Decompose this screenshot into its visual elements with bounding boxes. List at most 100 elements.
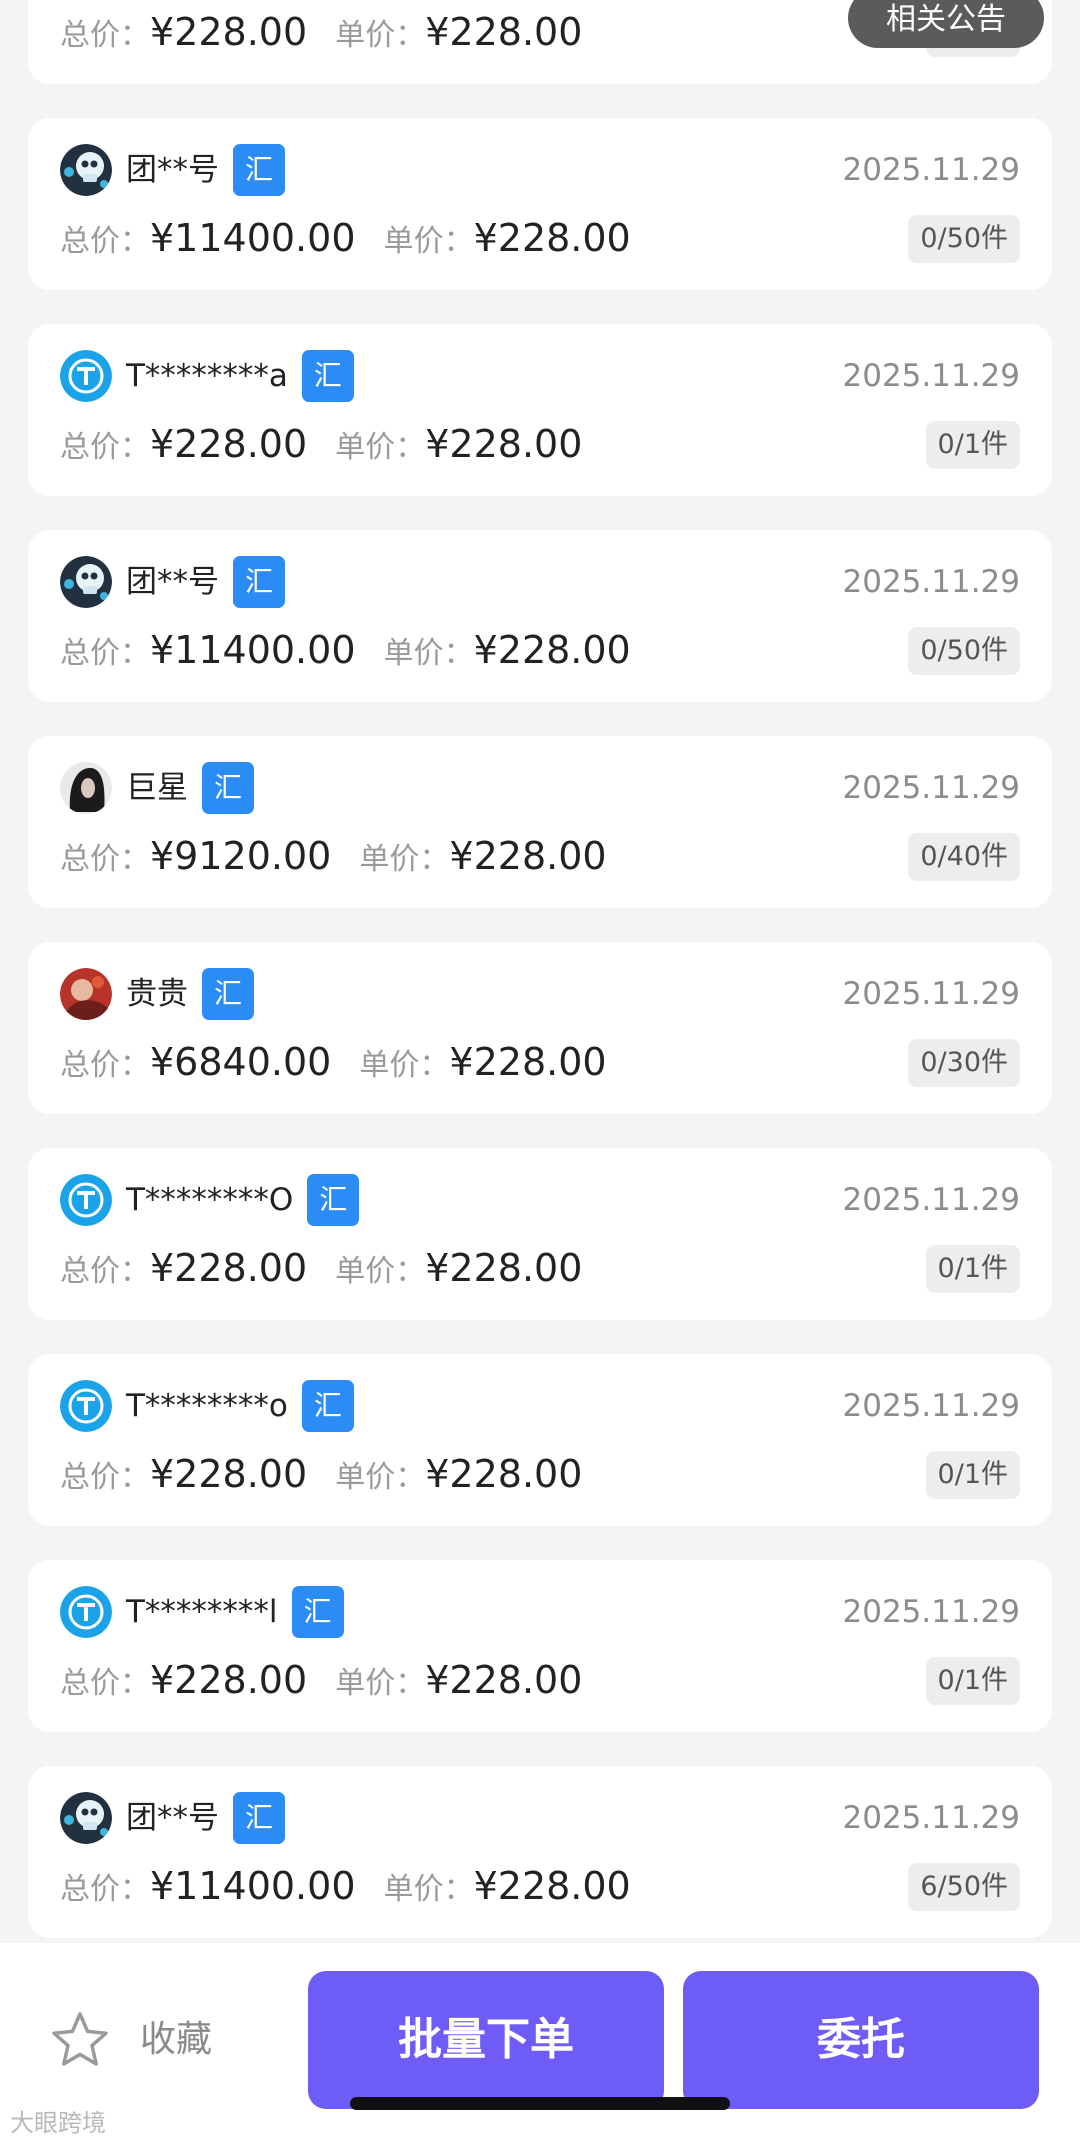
order-card[interactable]: T********a 汇 2025.11.29 总价：¥228.00 单价：¥22… — [28, 324, 1052, 496]
hui-badge: 汇 — [233, 1792, 285, 1844]
order-date: 2025.11.29 — [842, 152, 1021, 188]
quantity-badge: 0/50件 — [908, 215, 1020, 263]
total-price-value: ¥228.00 — [150, 1452, 308, 1496]
unit-price-value: ¥228.00 — [473, 628, 631, 672]
total-price-label: 总价： — [60, 18, 150, 53]
unit-price-label: 单价： — [359, 1048, 450, 1083]
user-avatar — [60, 1380, 112, 1432]
user-name: T********l 汇 — [126, 1586, 344, 1638]
unit-price-value: ¥228.00 — [425, 1452, 583, 1496]
user-avatar — [60, 556, 112, 608]
total-price-label: 总价： — [60, 1666, 150, 1701]
user-name: 团**号汇 — [126, 144, 285, 196]
hui-badge: 汇 — [233, 556, 285, 608]
user-name: 巨星汇 — [126, 762, 254, 814]
user-name: T********o 汇 — [126, 1380, 354, 1432]
user-name: T********a 汇 — [126, 350, 354, 402]
hui-badge: 汇 — [301, 350, 354, 402]
price-row: 总价：¥11400.00 单价：¥228.00 — [60, 1858, 647, 1914]
order-date: 2025.11.29 — [842, 358, 1021, 394]
unit-price-value: ¥228.00 — [449, 834, 607, 878]
user-name: T********O 汇 — [126, 1174, 360, 1226]
price-row: 总价：¥228.00 单价：¥228.00 — [60, 1446, 598, 1502]
order-date: 2025.11.29 — [842, 1594, 1021, 1630]
hui-badge: 汇 — [202, 968, 254, 1020]
related-notice-button[interactable]: 相关公告 — [848, 0, 1044, 48]
total-price-value: ¥228.00 — [150, 1658, 308, 1702]
order-card[interactable]: 团**号汇 2025.11.29 总价：¥11400.00 单价：¥228.00… — [28, 530, 1052, 702]
user-name: 团**号汇 — [126, 1792, 285, 1844]
unit-price-label: 单价： — [335, 1254, 426, 1289]
unit-price-label: 单价： — [335, 18, 426, 53]
hui-badge: 汇 — [233, 144, 285, 196]
hui-badge: 汇 — [301, 1380, 354, 1432]
order-card[interactable]: 巨星汇 2025.11.29 总价：¥9120.00 单价：¥228.00 0/… — [28, 736, 1052, 908]
price-row: 总价：¥9120.00 单价：¥228.00 — [60, 828, 623, 884]
unit-price-label: 单价： — [383, 636, 474, 671]
order-date: 2025.11.29 — [842, 564, 1021, 600]
quantity-badge: 0/1件 — [925, 1451, 1020, 1499]
total-price-value: ¥11400.00 — [150, 216, 356, 260]
order-card[interactable]: T********l 汇 2025.11.29 总价：¥228.00 单价：¥22… — [28, 1560, 1052, 1732]
unit-price-label: 单价： — [383, 224, 474, 259]
price-row: 总价：¥228.00 单价：¥228.00 — [60, 416, 598, 472]
unit-price-value: ¥228.00 — [473, 1864, 631, 1908]
user-avatar — [60, 762, 112, 814]
batch-order-button[interactable]: 批量下单 — [308, 1971, 664, 2109]
order-date: 2025.11.29 — [842, 976, 1021, 1012]
total-price-value: ¥6840.00 — [150, 1040, 332, 1084]
entrust-button[interactable]: 委托 — [683, 1971, 1039, 2109]
order-card[interactable]: 团**号汇 2025.11.29 总价：¥11400.00 单价：¥228.00… — [28, 1766, 1052, 1938]
unit-price-value: ¥228.00 — [449, 1040, 607, 1084]
total-price-value: ¥228.00 — [150, 422, 308, 466]
user-avatar — [60, 144, 112, 196]
order-date: 2025.11.29 — [842, 1182, 1021, 1218]
unit-price-label: 单价： — [383, 1872, 474, 1907]
order-date: 2025.11.29 — [842, 1388, 1021, 1424]
order-card[interactable]: T********O 汇 2025.11.29 总价：¥228.00 单价：¥22… — [28, 1148, 1052, 1320]
price-row: 总价：¥228.00 单价：¥228.00 — [60, 4, 598, 60]
total-price-label: 总价： — [60, 1254, 150, 1289]
quantity-badge: 0/50件 — [908, 627, 1020, 675]
user-avatar — [60, 968, 112, 1020]
total-price-label: 总价： — [60, 636, 150, 671]
unit-price-value: ¥228.00 — [473, 216, 631, 260]
home-indicator[interactable] — [350, 2097, 730, 2110]
user-name: 贵贵汇 — [126, 968, 254, 1020]
order-date: 2025.11.29 — [842, 1800, 1021, 1836]
price-row: 总价：¥228.00 单价：¥228.00 — [60, 1240, 598, 1296]
quantity-badge: 0/1件 — [925, 1657, 1020, 1705]
unit-price-value: ¥228.00 — [425, 1658, 583, 1702]
hui-badge: 汇 — [307, 1174, 360, 1226]
total-price-value: ¥9120.00 — [150, 834, 332, 878]
price-row: 总价：¥11400.00 单价：¥228.00 — [60, 622, 647, 678]
price-row: 总价：¥11400.00 单价：¥228.00 — [60, 210, 647, 266]
user-name: 团**号汇 — [126, 556, 285, 608]
quantity-badge: 6/50件 — [908, 1863, 1020, 1911]
order-card[interactable]: 贵贵汇 2025.11.29 总价：¥6840.00 单价：¥228.00 0/… — [28, 942, 1052, 1114]
unit-price-label: 单价： — [335, 430, 426, 465]
total-price-value: ¥228.00 — [150, 1246, 308, 1290]
watermark: 大眼跨境 — [10, 2109, 106, 2136]
order-card[interactable]: T********o 汇 2025.11.29 总价：¥228.00 单价：¥22… — [28, 1354, 1052, 1526]
favorite-label[interactable]: 收藏 — [140, 2013, 212, 2067]
unit-price-label: 单价： — [359, 842, 450, 877]
star-outline-icon[interactable] — [48, 2008, 112, 2072]
price-row: 总价：¥6840.00 单价：¥228.00 — [60, 1034, 623, 1090]
quantity-badge: 0/1件 — [925, 421, 1020, 469]
total-price-value: ¥228.00 — [150, 10, 308, 54]
hui-badge: 汇 — [202, 762, 254, 814]
total-price-label: 总价： — [60, 430, 150, 465]
total-price-label: 总价： — [60, 842, 150, 877]
quantity-badge: 0/40件 — [908, 833, 1020, 881]
total-price-value: ¥11400.00 — [150, 628, 356, 672]
unit-price-label: 单价： — [335, 1460, 426, 1495]
unit-price-value: ¥228.00 — [425, 422, 583, 466]
order-date: 2025.11.29 — [842, 770, 1021, 806]
user-avatar — [60, 1792, 112, 1844]
order-card[interactable]: 团**号汇 2025.11.29 总价：¥11400.00 单价：¥228.00… — [28, 118, 1052, 290]
hui-badge: 汇 — [291, 1586, 344, 1638]
unit-price-value: ¥228.00 — [425, 10, 583, 54]
unit-price-label: 单价： — [335, 1666, 426, 1701]
total-price-value: ¥11400.00 — [150, 1864, 356, 1908]
